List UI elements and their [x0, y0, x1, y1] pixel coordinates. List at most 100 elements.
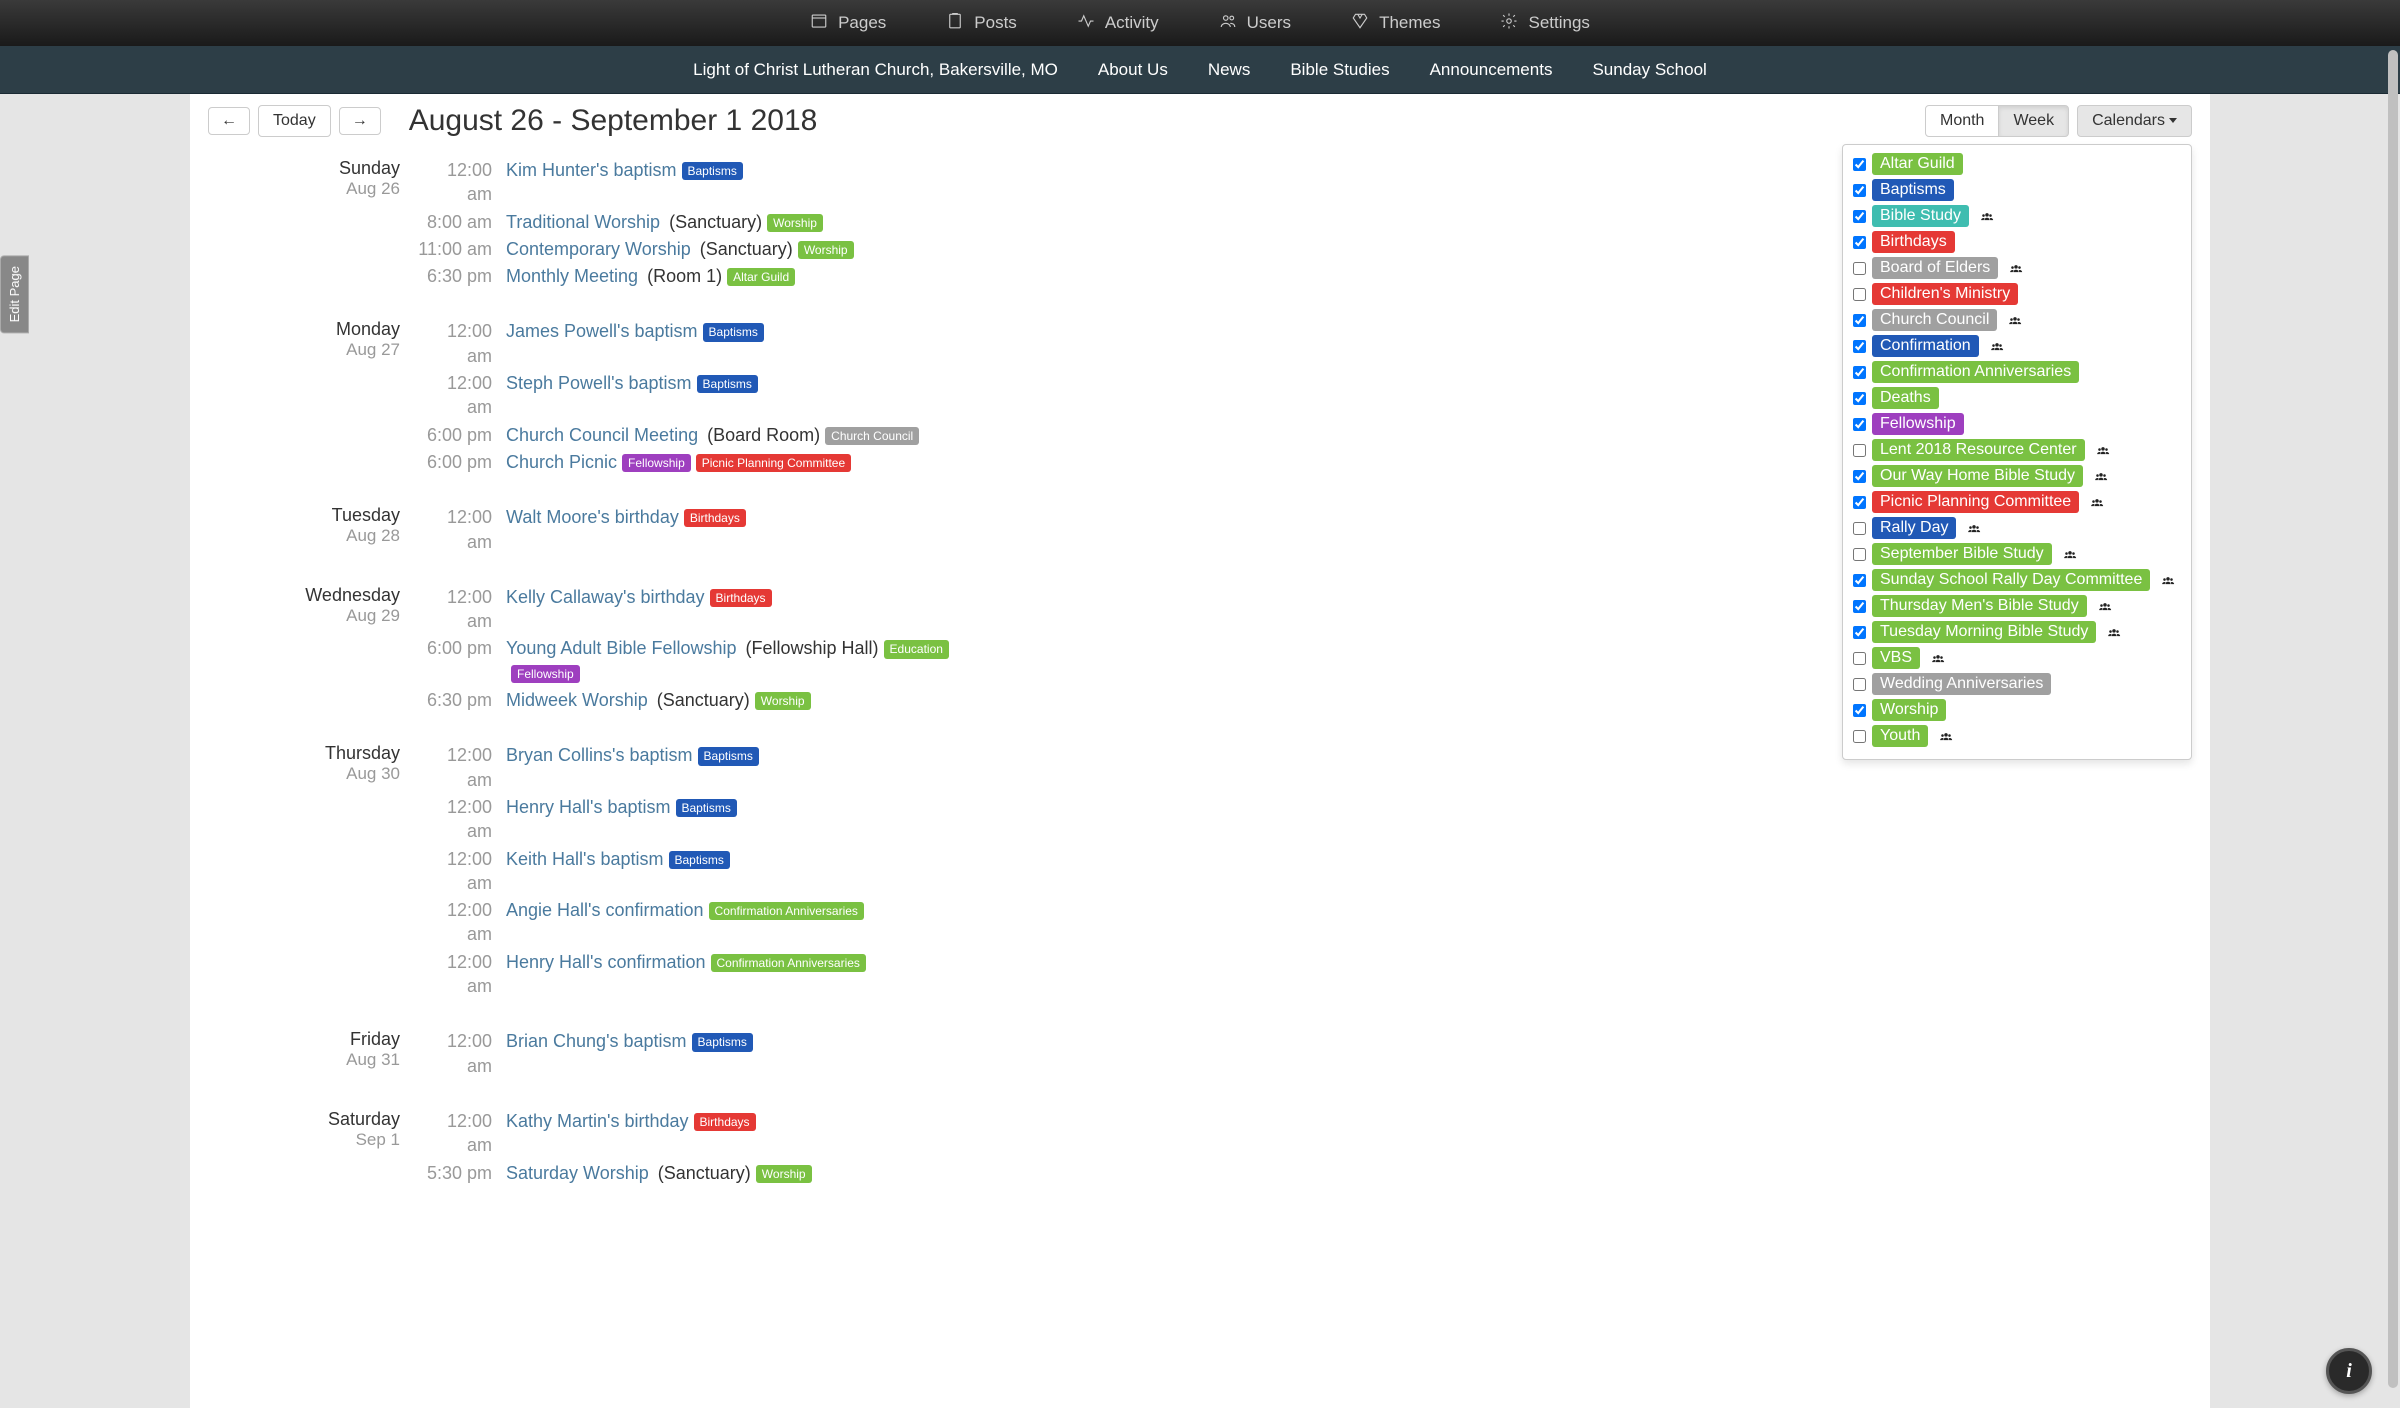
event-tag[interactable]: Worship: [767, 214, 823, 232]
event-tag[interactable]: Altar Guild: [727, 268, 795, 286]
event-title[interactable]: Saturday Worship: [506, 1163, 649, 1183]
event-tag[interactable]: Fellowship: [622, 454, 691, 472]
filter-label[interactable]: Confirmation Anniversaries: [1872, 361, 2079, 383]
nav-news[interactable]: News: [1208, 60, 1251, 80]
filter-label[interactable]: September Bible Study: [1872, 543, 2052, 565]
event-tag[interactable]: Birthdays: [694, 1113, 756, 1131]
event-tag[interactable]: Education: [884, 640, 949, 658]
info-button[interactable]: i: [2326, 1348, 2372, 1394]
filter-checkbox[interactable]: [1853, 340, 1866, 353]
event-title[interactable]: Brian Chung's baptism: [506, 1031, 687, 1051]
filter-checkbox[interactable]: [1853, 236, 1866, 249]
calendars-dropdown-button[interactable]: Calendars: [2077, 105, 2192, 137]
filter-checkbox[interactable]: [1853, 704, 1866, 717]
filter-checkbox[interactable]: [1853, 418, 1866, 431]
event-title[interactable]: Kathy Martin's birthday: [506, 1111, 689, 1131]
filter-label[interactable]: Baptisms: [1872, 179, 1954, 201]
event-tag[interactable]: Baptisms: [682, 162, 743, 180]
event-tag[interactable]: Baptisms: [692, 1033, 753, 1051]
filter-label[interactable]: Children's Ministry: [1872, 283, 2018, 305]
filter-label[interactable]: Thursday Men's Bible Study: [1872, 595, 2087, 617]
nav-about[interactable]: About Us: [1098, 60, 1168, 80]
filter-checkbox[interactable]: [1853, 158, 1866, 171]
filter-checkbox[interactable]: [1853, 470, 1866, 483]
filter-checkbox[interactable]: [1853, 444, 1866, 457]
filter-checkbox[interactable]: [1853, 548, 1866, 561]
event-tag[interactable]: Birthdays: [684, 509, 746, 527]
filter-label[interactable]: Worship: [1872, 699, 1946, 721]
event-title[interactable]: Young Adult Bible Fellowship: [506, 638, 737, 658]
event-tag[interactable]: Baptisms: [669, 851, 730, 869]
filter-checkbox[interactable]: [1853, 652, 1866, 665]
event-title[interactable]: Church Council Meeting: [506, 425, 698, 445]
event-title[interactable]: James Powell's baptism: [506, 321, 698, 341]
filter-checkbox[interactable]: [1853, 522, 1866, 535]
nav-bible-studies[interactable]: Bible Studies: [1290, 60, 1389, 80]
filter-checkbox[interactable]: [1853, 678, 1866, 691]
week-view-button[interactable]: Week: [1998, 105, 2069, 137]
filter-label[interactable]: Wedding Anniversaries: [1872, 673, 2051, 695]
filter-label[interactable]: Fellowship: [1872, 413, 1964, 435]
event-tag[interactable]: Baptisms: [676, 799, 737, 817]
filter-label[interactable]: Bible Study: [1872, 205, 1969, 227]
filter-label[interactable]: Youth: [1872, 725, 1928, 747]
event-title[interactable]: Contemporary Worship: [506, 239, 691, 259]
nav-announcements[interactable]: Announcements: [1430, 60, 1553, 80]
event-tag[interactable]: Birthdays: [710, 589, 772, 607]
filter-label[interactable]: Altar Guild: [1872, 153, 1963, 175]
filter-checkbox[interactable]: [1853, 184, 1866, 197]
event-title[interactable]: Henry Hall's baptism: [506, 797, 671, 817]
event-title[interactable]: Walt Moore's birthday: [506, 507, 679, 527]
filter-checkbox[interactable]: [1853, 366, 1866, 379]
event-title[interactable]: Kelly Callaway's birthday: [506, 587, 705, 607]
event-tag[interactable]: Baptisms: [703, 323, 764, 341]
filter-label[interactable]: Picnic Planning Committee: [1872, 491, 2079, 513]
filter-label[interactable]: Tuesday Morning Bible Study: [1872, 621, 2096, 643]
filter-checkbox[interactable]: [1853, 262, 1866, 275]
filter-label[interactable]: Church Council: [1872, 309, 1997, 331]
filter-label[interactable]: Rally Day: [1872, 517, 1956, 539]
filter-checkbox[interactable]: [1853, 210, 1866, 223]
filter-checkbox[interactable]: [1853, 392, 1866, 405]
filter-label[interactable]: Board of Elders: [1872, 257, 1998, 279]
admin-activity[interactable]: Activity: [1077, 12, 1159, 35]
event-tag[interactable]: Worship: [756, 1165, 812, 1183]
filter-label[interactable]: Confirmation: [1872, 335, 1979, 357]
filter-checkbox[interactable]: [1853, 288, 1866, 301]
filter-label[interactable]: Our Way Home Bible Study: [1872, 465, 2083, 487]
event-tag[interactable]: Fellowship: [511, 665, 580, 683]
admin-themes[interactable]: Themes: [1351, 12, 1440, 35]
filter-checkbox[interactable]: [1853, 626, 1866, 639]
admin-posts[interactable]: Posts: [946, 12, 1017, 35]
event-tag[interactable]: Confirmation Anniversaries: [709, 902, 864, 920]
event-title[interactable]: Traditional Worship: [506, 212, 660, 232]
nav-sunday-school[interactable]: Sunday School: [1592, 60, 1706, 80]
filter-checkbox[interactable]: [1853, 496, 1866, 509]
event-tag[interactable]: Worship: [798, 241, 854, 259]
site-title-link[interactable]: Light of Christ Lutheran Church, Bakersv…: [693, 60, 1058, 80]
event-title[interactable]: Church Picnic: [506, 452, 617, 472]
admin-pages[interactable]: Pages: [810, 12, 886, 35]
admin-settings[interactable]: Settings: [1500, 12, 1589, 35]
event-tag[interactable]: Baptisms: [698, 747, 759, 765]
today-button[interactable]: Today: [258, 105, 331, 137]
event-title[interactable]: Monthly Meeting: [506, 266, 638, 286]
admin-users[interactable]: Users: [1219, 12, 1291, 35]
filter-checkbox[interactable]: [1853, 600, 1866, 613]
event-title[interactable]: Steph Powell's baptism: [506, 373, 692, 393]
scrollbar[interactable]: [2388, 50, 2398, 1388]
filter-label[interactable]: Birthdays: [1872, 231, 1955, 253]
event-tag[interactable]: Confirmation Anniversaries: [711, 954, 866, 972]
next-button[interactable]: →: [339, 107, 381, 135]
event-tag[interactable]: Worship: [755, 692, 811, 710]
filter-checkbox[interactable]: [1853, 730, 1866, 743]
prev-button[interactable]: ←: [208, 107, 250, 135]
event-tag[interactable]: Baptisms: [697, 375, 758, 393]
event-title[interactable]: Kim Hunter's baptism: [506, 160, 677, 180]
month-view-button[interactable]: Month: [1925, 105, 1999, 137]
filter-label[interactable]: Deaths: [1872, 387, 1939, 409]
event-title[interactable]: Angie Hall's confirmation: [506, 900, 704, 920]
event-title[interactable]: Bryan Collins's baptism: [506, 745, 693, 765]
event-tag[interactable]: Church Council: [825, 427, 919, 445]
event-title[interactable]: Henry Hall's confirmation: [506, 952, 706, 972]
